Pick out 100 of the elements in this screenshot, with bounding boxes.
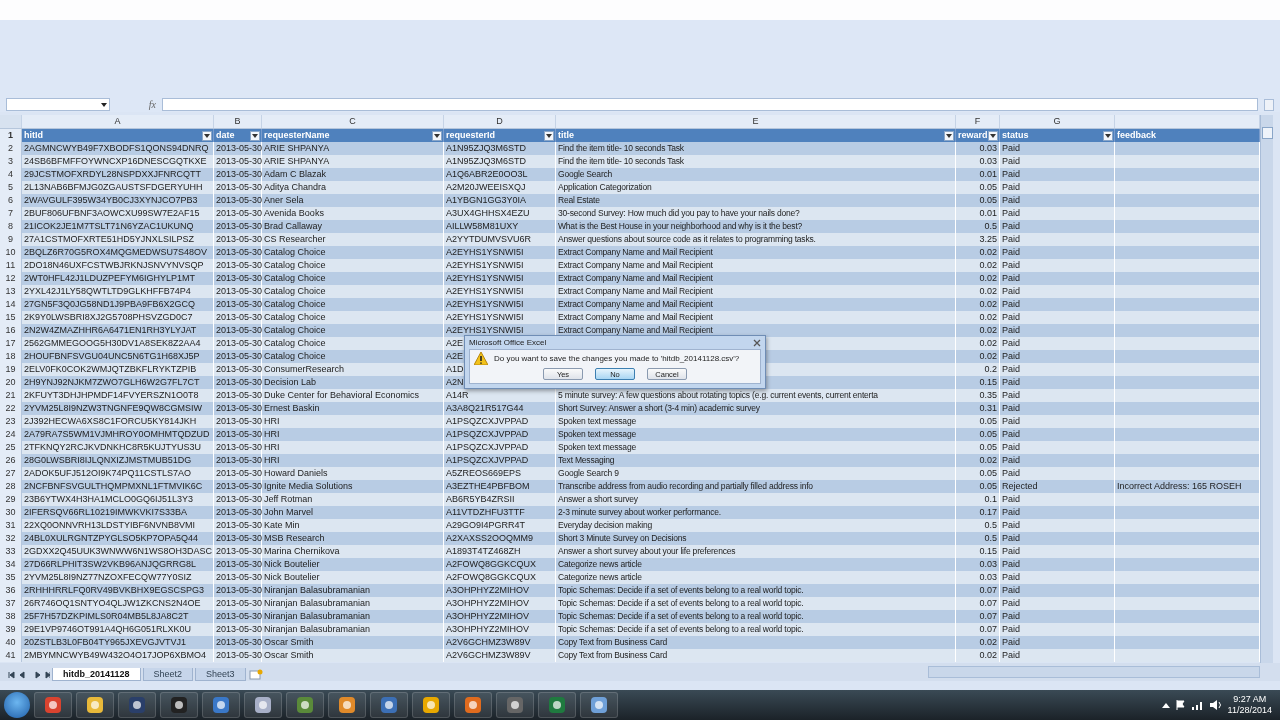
- clock[interactable]: 9:27 AM 11/28/2014: [1227, 694, 1272, 716]
- row-number[interactable]: 40: [0, 636, 22, 649]
- filter-button[interactable]: [544, 130, 554, 141]
- row-number[interactable]: 16: [0, 324, 22, 337]
- row-number[interactable]: 9: [0, 233, 22, 246]
- row-number[interactable]: 21: [0, 389, 22, 402]
- row-number[interactable]: 22: [0, 402, 22, 415]
- row-number[interactable]: 3: [0, 155, 22, 168]
- row-number[interactable]: 4: [0, 168, 22, 181]
- app-icon[interactable]: [328, 692, 366, 718]
- row-number[interactable]: 34: [0, 558, 22, 571]
- speaker-icon[interactable]: [1209, 700, 1222, 710]
- filter-button[interactable]: [988, 130, 998, 141]
- row-number[interactable]: 29: [0, 493, 22, 506]
- header-label: date: [216, 129, 235, 142]
- row-number[interactable]: 1: [0, 129, 22, 142]
- row-number[interactable]: 11: [0, 259, 22, 272]
- column-letter[interactable]: B: [214, 115, 262, 128]
- table-cell: 2MBYMNCWYB49W432O4O17JOP6XBMO4: [22, 649, 214, 662]
- row-number[interactable]: 37: [0, 597, 22, 610]
- app-icon[interactable]: [34, 692, 72, 718]
- filter-button[interactable]: [432, 130, 442, 141]
- app-icon[interactable]: [118, 692, 156, 718]
- row-number[interactable]: 35: [0, 571, 22, 584]
- app-icon[interactable]: [244, 692, 282, 718]
- row-number[interactable]: 31: [0, 519, 22, 532]
- row-number[interactable]: 13: [0, 285, 22, 298]
- row-number[interactable]: 28: [0, 480, 22, 493]
- row-number[interactable]: 38: [0, 610, 22, 623]
- row-number[interactable]: 27: [0, 467, 22, 480]
- row-number[interactable]: 24: [0, 428, 22, 441]
- vertical-scrollbar[interactable]: [1260, 115, 1273, 663]
- row-number[interactable]: 39: [0, 623, 22, 636]
- row-number[interactable]: 7: [0, 207, 22, 220]
- app-icon[interactable]: [160, 692, 198, 718]
- column-letter[interactable]: D: [444, 115, 556, 128]
- header-label: status: [1002, 129, 1029, 142]
- row-number[interactable]: 10: [0, 246, 22, 259]
- row-number[interactable]: 23: [0, 415, 22, 428]
- table-cell: Oscar Smith: [262, 649, 444, 662]
- row-number[interactable]: 26: [0, 454, 22, 467]
- row-number[interactable]: 41: [0, 649, 22, 662]
- sheet-tab[interactable]: Sheet3: [195, 668, 246, 681]
- row-number[interactable]: 8: [0, 220, 22, 233]
- row-number[interactable]: 15: [0, 311, 22, 324]
- formula-field[interactable]: [162, 98, 1258, 111]
- network-icon[interactable]: [1191, 700, 1204, 710]
- row-number[interactable]: 17: [0, 337, 22, 350]
- column-letter[interactable]: C: [262, 115, 444, 128]
- row-number[interactable]: 36: [0, 584, 22, 597]
- show-hidden-icon[interactable]: [1161, 701, 1170, 709]
- time-text: 9:27 AM: [1233, 694, 1267, 705]
- app-icon[interactable]: [412, 692, 450, 718]
- filter-button[interactable]: [250, 130, 260, 141]
- row-number[interactable]: 5: [0, 181, 22, 194]
- dropdown-icon: [101, 102, 107, 107]
- sheet-tab[interactable]: Sheet2: [142, 668, 194, 681]
- header-label: title: [558, 129, 574, 142]
- column-letter[interactable]: G: [1000, 115, 1115, 128]
- table-cell: 2013-05-30: [214, 649, 262, 662]
- app-icon[interactable]: [202, 692, 240, 718]
- row-number[interactable]: 2: [0, 142, 22, 155]
- table-cell: A2V6GCHMZ3W89V: [444, 649, 556, 662]
- app-icon[interactable]: [286, 692, 324, 718]
- app-icon[interactable]: [76, 692, 114, 718]
- sheet-navigation-icon[interactable]: [6, 669, 50, 681]
- close-icon[interactable]: [753, 338, 761, 347]
- header-label: requesterName: [264, 129, 330, 142]
- row-number[interactable]: 6: [0, 194, 22, 207]
- row-number[interactable]: 20: [0, 376, 22, 389]
- app-icon[interactable]: [496, 692, 534, 718]
- app-icon[interactable]: [370, 692, 408, 718]
- row-number[interactable]: 25: [0, 441, 22, 454]
- row-number[interactable]: 14: [0, 298, 22, 311]
- warning-icon: [474, 352, 488, 365]
- sheet-tab[interactable]: hitdb_20141128: [52, 668, 141, 681]
- row-number[interactable]: 19: [0, 363, 22, 376]
- row-number[interactable]: 30: [0, 506, 22, 519]
- filter-button[interactable]: [202, 130, 212, 141]
- start-button[interactable]: [4, 692, 30, 718]
- row-number[interactable]: 33: [0, 545, 22, 558]
- column-letter[interactable]: E: [556, 115, 956, 128]
- app-icon[interactable]: [538, 692, 576, 718]
- insert-function-button[interactable]: fx: [116, 99, 156, 110]
- row-number[interactable]: 18: [0, 350, 22, 363]
- filter-button[interactable]: [944, 130, 954, 141]
- column-letter[interactable]: F: [956, 115, 1000, 128]
- app-icon[interactable]: [454, 692, 492, 718]
- date-text: 11/28/2014: [1227, 705, 1272, 716]
- app-icon[interactable]: [580, 692, 618, 718]
- filter-button[interactable]: [1103, 130, 1113, 141]
- table-cell: Paid: [1000, 649, 1115, 662]
- dialog-title: Microsoft Office Excel: [469, 338, 547, 347]
- flag-icon[interactable]: [1175, 700, 1186, 710]
- row-number[interactable]: 12: [0, 272, 22, 285]
- header-label: reward: [958, 129, 988, 142]
- table-cell: 0.02: [956, 649, 1000, 662]
- horizontal-scrollbar[interactable]: [928, 666, 1260, 678]
- row-number[interactable]: 32: [0, 532, 22, 545]
- column-letter[interactable]: A: [22, 115, 214, 128]
